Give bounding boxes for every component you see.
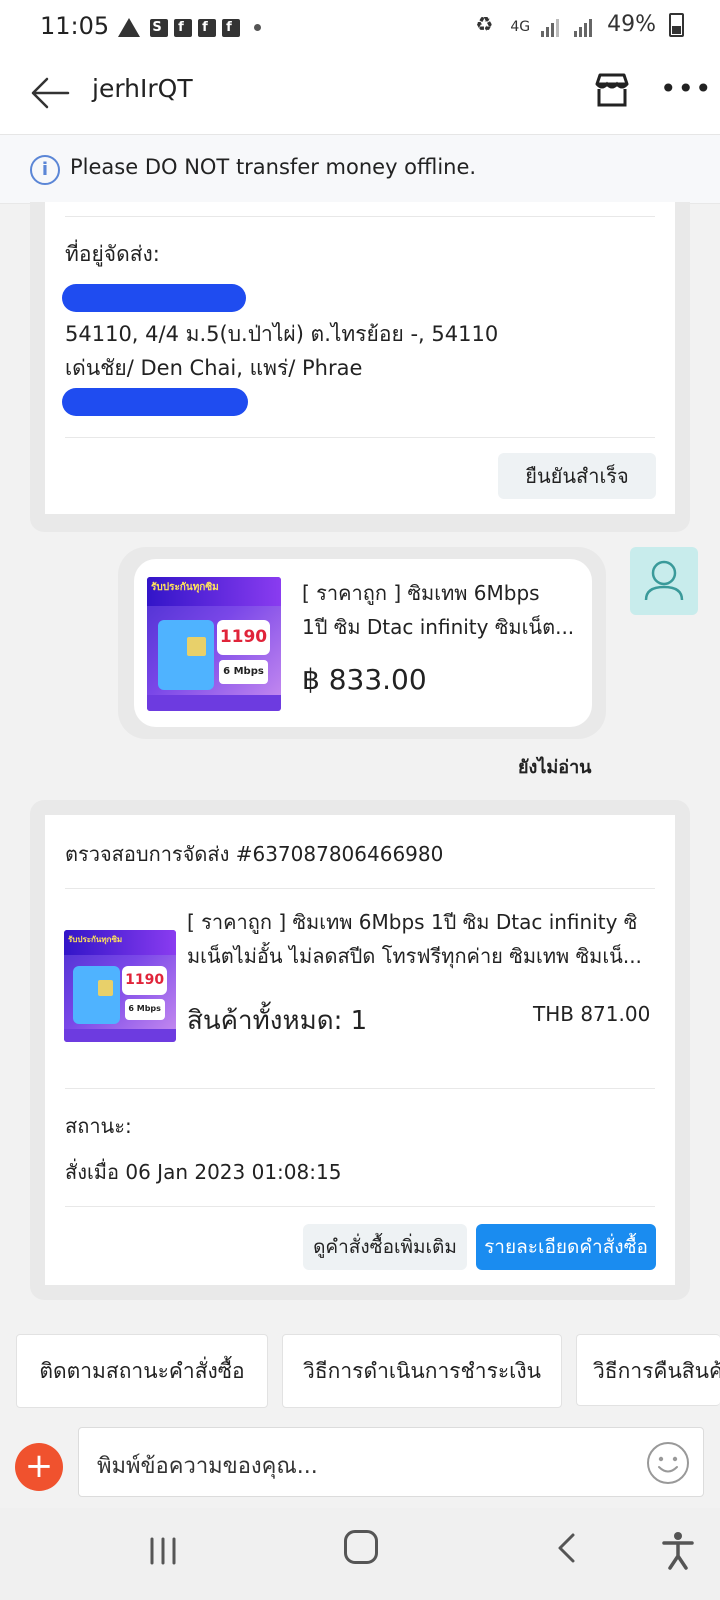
facebook-icon: f: [174, 18, 192, 37]
info-icon: i: [30, 155, 60, 185]
status-indicators: ♻ 4G 49%: [475, 12, 684, 37]
product-title-line-2: 1ปี ซิม Dtac infinity ซิมเน็ต...: [302, 615, 575, 639]
divider: [65, 437, 655, 438]
order-tracking-title: ตรวจสอบการจัดส่ง #637087806466980: [65, 842, 444, 866]
battery-percent: 49%: [607, 12, 656, 37]
status-bar: 11:05 Sfff ♻ 4G 49%: [0, 0, 720, 52]
recent-apps-icon[interactable]: [147, 1536, 179, 1566]
address-line-2: เด่นชัย/ Den Chai, แพร่/ Phrae: [65, 356, 363, 380]
accessibility-icon[interactable]: [660, 1530, 696, 1570]
order-product-title-line-1: [ ราคาถูก ] ซิมเทพ 6Mbps 1ปี ซิม Dtac in…: [187, 910, 638, 934]
quick-reply-return-method[interactable]: วิธีการคืนสินค้า: [576, 1334, 720, 1406]
image-banner: รับประกันทุกซิม: [147, 577, 281, 607]
divider: [65, 1088, 655, 1089]
view-more-orders-button[interactable]: ดูคำสั่งซื้อเพิ่มเติม: [303, 1224, 467, 1270]
address-line-1: 54110, 4/4 ม.5(บ.ป่าไผ่) ต.ไทรย้อย -, 54…: [65, 322, 499, 346]
plus-icon: +: [24, 1446, 54, 1486]
signal-icon: [574, 12, 594, 37]
user-avatar-icon: [630, 547, 698, 615]
facebook-icon: f: [198, 18, 216, 37]
notification-icons: Sfff: [118, 14, 261, 38]
status-time: 11:05: [40, 12, 110, 40]
order-price: THB 871.00: [533, 1002, 651, 1026]
product-image[interactable]: รับประกันทุกซิม 1190 6 Mbps: [147, 577, 281, 711]
image-speed: 6 Mbps: [124, 999, 165, 1020]
sim-card-graphic: [72, 965, 120, 1025]
arrow-left-icon[interactable]: [30, 76, 70, 110]
order-quantity: สินค้าทั้งหมด: 1: [187, 1006, 368, 1036]
quick-reply-track-order[interactable]: ติดตามสถานะคำสั่งซื้อ: [16, 1334, 268, 1408]
order-details-button[interactable]: รายละเอียดคำสั่งซื้อ: [476, 1224, 656, 1270]
home-icon[interactable]: [344, 1530, 378, 1564]
shopping-bag-icon: S: [150, 18, 168, 37]
confirm-success-button[interactable]: ยืนยันสำเร็จ: [498, 453, 656, 499]
facebook-icon: f: [222, 18, 240, 37]
image-price: 1190: [216, 619, 271, 655]
chat-title: jerhIrQT: [92, 74, 193, 103]
order-card-body: [45, 815, 675, 1285]
store-icon[interactable]: [592, 70, 632, 110]
order-timestamp: สั่งเมื่อ 06 Jan 2023 01:08:15: [65, 1160, 342, 1184]
battery-icon: [669, 13, 684, 37]
app-header: jerhIrQT •••: [0, 52, 720, 135]
order-status-label: สถานะ:: [65, 1114, 132, 1138]
warning-icon: [118, 18, 140, 37]
signal-icon: [541, 12, 561, 37]
image-speed: 6 Mbps: [219, 660, 268, 685]
order-product-title-line-2: มเน็ตไม่อั้น ไม่ลดสปีด โทรฟรีทุกค่าย ซิม…: [187, 944, 642, 968]
back-chevron-icon[interactable]: [555, 1532, 577, 1564]
more-notifications-dot-icon: [254, 24, 261, 31]
product-title-line-1: [ ราคาถูก ] ซิมเทพ 6Mbps: [302, 581, 540, 605]
quick-reply-payment-method[interactable]: วิธีการดำเนินการชำระเงิน: [282, 1334, 562, 1408]
notice-text: Please DO NOT transfer money offline.: [70, 155, 477, 179]
more-horizontal-icon[interactable]: •••: [660, 72, 713, 105]
sim-chip-graphic: [187, 637, 206, 657]
read-status: ยังไม่อ่าน: [518, 757, 592, 778]
divider: [65, 1206, 655, 1207]
network-type: 4G: [510, 19, 531, 35]
product-price: ฿ 833.00: [302, 663, 427, 696]
recycle-icon: ♻: [475, 12, 494, 36]
image-banner: รับประกันทุกซิม: [64, 930, 176, 955]
image-price: 1190: [122, 965, 168, 995]
message-input[interactable]: พิมพ์ข้อความของคุณ...: [78, 1427, 704, 1497]
sim-chip-graphic: [97, 980, 114, 997]
divider: [65, 888, 655, 889]
order-product-title: [ ราคาถูก ] ซิมเทพ 6Mbps 1ปี ซิม Dtac in…: [187, 905, 657, 973]
add-attachment-button[interactable]: +: [15, 1443, 63, 1491]
offline-payment-notice: i Please DO NOT transfer money offline.: [0, 135, 720, 204]
image-stage: [64, 1028, 176, 1042]
divider: [65, 216, 655, 217]
emoji-icon[interactable]: [645, 1440, 691, 1486]
image-stage: [147, 694, 281, 711]
redacted-name: [62, 284, 246, 312]
message-placeholder: พิมพ์ข้อความของคุณ...: [97, 1454, 318, 1479]
redacted-phone: [62, 388, 248, 416]
shipping-address-label: ที่อยู่จัดส่ง:: [65, 242, 160, 266]
order-product-image[interactable]: รับประกันทุกซิม 1190 6 Mbps: [64, 930, 176, 1042]
